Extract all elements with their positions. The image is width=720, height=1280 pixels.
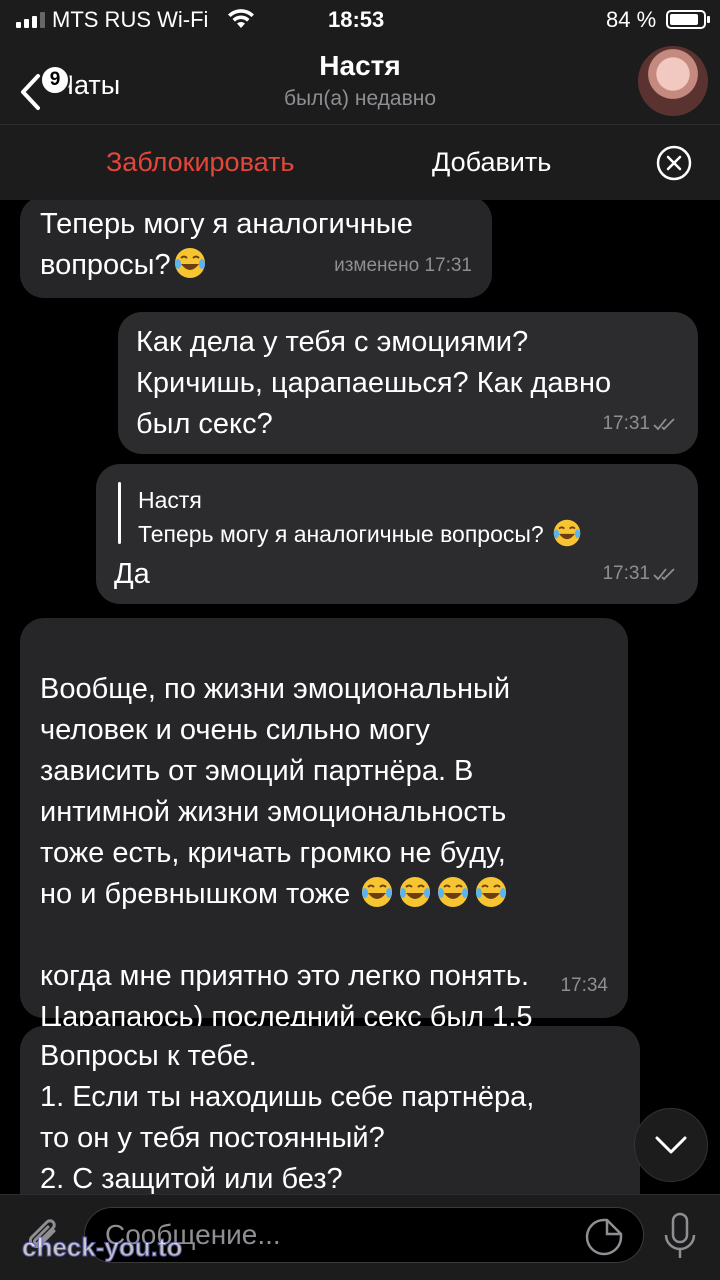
battery-icon (666, 10, 710, 29)
clock: 18:53 (328, 7, 385, 32)
contact-name[interactable]: Настя (0, 50, 720, 82)
message-meta-row: 17:31 (602, 403, 680, 444)
laughing-emoji-icon (476, 877, 507, 907)
chat-header: Чаты 9 Настя был(а) недавно (0, 40, 720, 124)
laughing-emoji-icon (362, 877, 393, 907)
status-bar: MTS RUS Wi-Fi 18:53 84 % (0, 0, 720, 40)
message-meta: изменено 17:31 (334, 255, 472, 276)
battery-percent: 84 % (606, 7, 657, 32)
laughing-emoji-icon (438, 877, 469, 907)
carrier-label: MTS RUS Wi-Fi (52, 7, 209, 32)
laughing-emoji-icon (553, 519, 581, 547)
message-time: 17:31 (602, 563, 650, 584)
message-bubble-incoming[interactable]: Теперь могу я аналогичные вопросы? измен… (20, 200, 492, 298)
laughing-emoji-icon (174, 248, 205, 278)
avatar[interactable] (638, 46, 708, 116)
message-text: Вопросы к тебе. 1. Если ты находишь себе… (40, 1040, 535, 1194)
double-check-icon (653, 567, 675, 580)
add-contact-button[interactable]: Добавить (432, 147, 551, 178)
reply-bar (118, 482, 121, 544)
message-time: 17:34 (560, 975, 608, 996)
message-list[interactable]: Теперь могу я аналогичные вопросы? измен… (0, 200, 720, 1194)
message-time: 17:31 (602, 413, 650, 434)
block-button[interactable]: Заблокировать (106, 147, 294, 178)
message-bubble-incoming[interactable]: Вообще, по жизни эмоциональный человек и… (20, 618, 628, 1074)
wifi-icon (228, 9, 254, 28)
double-check-icon (653, 417, 675, 430)
message-meta-row: 17:31 (602, 553, 680, 594)
message-text: Как дела у тебя с эмоциями? Кричишь, цар… (136, 326, 612, 440)
microphone-icon[interactable] (662, 1211, 698, 1263)
laughing-emoji-icon (400, 877, 431, 907)
action-bar: Заблокировать Добавить (0, 124, 720, 200)
watermark: check-you.to (21, 1232, 183, 1263)
close-icon[interactable] (656, 145, 692, 181)
message-bubble-outgoing[interactable]: Как дела у тебя с эмоциями? Кричишь, цар… (118, 312, 698, 454)
message-bubble-outgoing[interactable]: Настя Теперь могу я аналогичные вопросы?… (96, 464, 698, 604)
scroll-to-bottom-button[interactable] (634, 1108, 708, 1182)
message-bubble-incoming[interactable]: Вопросы к тебе. 1. Если ты находишь себе… (20, 1026, 640, 1194)
message-text: Да (114, 558, 150, 590)
reply-text: Теперь могу я аналогичные вопросы? (138, 514, 584, 555)
sticker-icon[interactable] (584, 1217, 624, 1257)
emoji-group (350, 877, 510, 910)
signal-icon (16, 12, 45, 28)
contact-status: был(а) недавно (283, 87, 437, 110)
chevron-down-icon (655, 1136, 687, 1154)
